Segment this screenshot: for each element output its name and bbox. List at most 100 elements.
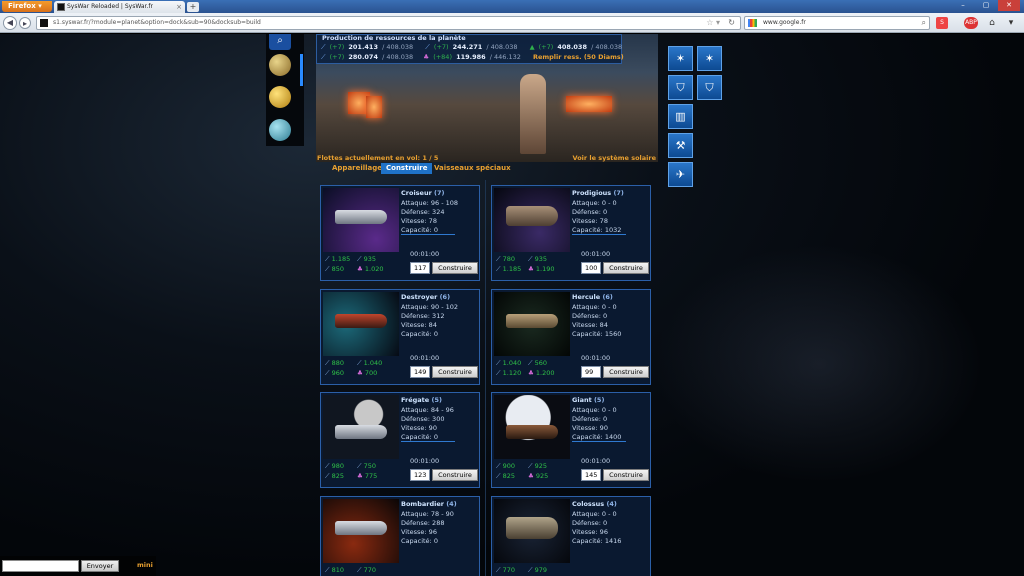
selected-planet-indicator <box>300 54 303 86</box>
ship-card: Prodigious (7) Attaque: 0 - 0 Défense: 0… <box>491 185 651 281</box>
comet-icon[interactable]: ✶ <box>697 46 722 71</box>
cost-population: ♣ 1.020 <box>357 265 384 273</box>
quantity-input[interactable]: 145 <box>581 469 601 481</box>
chat-input[interactable] <box>2 560 79 572</box>
ship-speed: Vitesse: 90 <box>572 424 608 432</box>
ship-attack: Attaque: 84 - 96 <box>401 406 454 414</box>
build-time: 00:01:00 <box>410 457 440 465</box>
close-window-icon[interactable]: ✕ <box>998 0 1020 11</box>
url-bar[interactable]: s1.syswar.fr/?module=planet&option=dock&… <box>36 16 741 30</box>
stat-divider <box>401 441 455 442</box>
ship-silhouette <box>335 210 387 224</box>
crystal-icon: ⟋ <box>425 43 430 51</box>
ship-image <box>494 395 570 459</box>
banner-window <box>566 96 612 112</box>
search-icon[interactable]: ⌕ <box>922 17 926 29</box>
resource-max: / 408.038 <box>382 43 414 51</box>
ship-capacity: Capacité: 0 <box>401 537 438 545</box>
build-button[interactable]: Construire <box>603 469 649 481</box>
tab-vaisseaux-speciaux[interactable]: Vaisseaux spéciaux <box>434 163 511 174</box>
minimize-chat-link[interactable]: mini <box>137 561 153 569</box>
minimize-icon[interactable]: – <box>952 0 974 11</box>
navigation-bar: ◀ ▸ s1.syswar.fr/?module=planet&option=d… <box>0 13 1024 33</box>
adblock-icon[interactable]: ABP <box>964 17 978 29</box>
maximize-icon[interactable]: ▢ <box>975 0 997 11</box>
cost-metal: ⟋ 780 <box>496 255 516 263</box>
ship-image <box>494 188 570 252</box>
cost-metal: ⟋ 880 <box>325 359 345 367</box>
ship-image <box>323 188 399 252</box>
build-button[interactable]: Construire <box>603 366 649 378</box>
tab-appareillage[interactable]: Appareillage <box>332 163 382 174</box>
addon-s-icon[interactable]: S <box>936 17 948 29</box>
home-icon[interactable]: ⌂ <box>986 17 998 29</box>
search-bar[interactable]: www.google.fr ⌕ <box>744 16 930 30</box>
ship-image <box>323 292 399 356</box>
cost-metal: ⟋ 900 <box>496 462 516 470</box>
fuel-icon: ▲ <box>529 43 535 51</box>
browser-tab[interactable]: SysWar Reloaded | SysWar.fr × <box>54 1 185 13</box>
bookmark-star-icon[interactable]: ☆ ▾ <box>706 17 720 29</box>
close-tab-icon[interactable]: × <box>176 1 182 13</box>
tab-title: SysWar Reloaded | SysWar.fr <box>67 3 153 10</box>
ship-attack: Attaque: 78 - 90 <box>401 510 454 518</box>
satellite-icon[interactable]: ✈ <box>668 162 693 187</box>
site-identity-icon <box>40 19 48 27</box>
ship-name: Colossus (4) <box>572 500 617 508</box>
build-button[interactable]: Construire <box>432 366 478 378</box>
planet-search-icon[interactable]: ⌕ <box>269 34 291 50</box>
cost-metal: ⟋ 1.040 <box>496 359 522 367</box>
ship-capacity: Capacité: 0 <box>401 433 438 441</box>
ship-capacity: Capacité: 0 <box>401 226 438 234</box>
cost-crystal: ⟋ 935 <box>357 255 377 263</box>
build-time: 00:01:00 <box>581 250 611 258</box>
ship-speed: Vitesse: 90 <box>401 424 437 432</box>
build-button[interactable]: Construire <box>432 469 478 481</box>
resource-panel: Production de ressources de la planète ⟋… <box>316 34 624 64</box>
cost-energy: ⟋ 825 <box>325 472 345 480</box>
build-time: 00:01:00 <box>410 250 440 258</box>
cost-energy: ⟋ 850 <box>325 265 345 273</box>
resource-max: / 408.038 <box>486 43 518 51</box>
fleets-status: Flottes actuellement en vol: 1 / 5 <box>317 154 439 162</box>
forward-button[interactable]: ▸ <box>19 17 31 29</box>
cost-energy: ⟋ 1.120 <box>496 369 522 377</box>
wrench-icon[interactable]: ⚒ <box>668 133 693 158</box>
reload-icon[interactable]: ↻ <box>728 17 735 29</box>
url-text: s1.syswar.fr/?module=planet&option=dock&… <box>53 19 261 26</box>
menu-icon[interactable]: ▾ <box>1005 17 1017 29</box>
back-button[interactable]: ◀ <box>3 16 17 30</box>
view-system-link[interactable]: Voir le système solaire <box>573 154 656 162</box>
ship-defense: Défense: 312 <box>401 312 445 320</box>
ship-defense: Défense: 0 <box>572 208 608 216</box>
cost-crystal: ⟋ 770 <box>357 566 377 574</box>
fill-resources-link[interactable]: Remplir ress. (50 Diams) <box>533 53 624 61</box>
build-button[interactable]: Construire <box>603 262 649 274</box>
ship-capacity: Capacité: 0 <box>401 330 438 338</box>
build-button[interactable]: Construire <box>432 262 478 274</box>
ship-name: Bombardier (4) <box>401 500 457 508</box>
comet-icon[interactable]: ✶ <box>668 46 693 71</box>
resource-amount: 244.271 <box>452 43 483 51</box>
ship-silhouette <box>335 425 387 439</box>
quantity-input[interactable]: 149 <box>410 366 430 378</box>
ship-defense: Défense: 0 <box>572 519 608 527</box>
planet-button-3[interactable] <box>269 119 291 141</box>
shield-icon[interactable]: ⛉ <box>668 75 693 100</box>
firefox-menu-button[interactable]: Firefox ▾ <box>2 1 52 12</box>
resource-gain: (+7) <box>329 43 345 51</box>
send-button[interactable]: Envoyer <box>81 560 119 572</box>
planet-button-2[interactable] <box>269 86 291 108</box>
shield-icon[interactable]: ⛉ <box>697 75 722 100</box>
tab-construire[interactable]: Construire <box>381 163 433 174</box>
dock-tabs: Appareillage Construire Vaisseaux spécia… <box>316 162 658 176</box>
planet-button-1[interactable] <box>269 54 291 76</box>
quantity-input[interactable]: 123 <box>410 469 430 481</box>
firefox-menu-label: Firefox <box>8 2 36 10</box>
quantity-input[interactable]: 100 <box>581 262 601 274</box>
ship-card: Frégate (5) Attaque: 84 - 96 Défense: 30… <box>320 392 480 488</box>
building-icon[interactable]: ▥ <box>668 104 693 129</box>
quantity-input[interactable]: 117 <box>410 262 430 274</box>
quantity-input[interactable]: 99 <box>581 366 601 378</box>
new-tab-button[interactable]: + <box>187 2 199 12</box>
